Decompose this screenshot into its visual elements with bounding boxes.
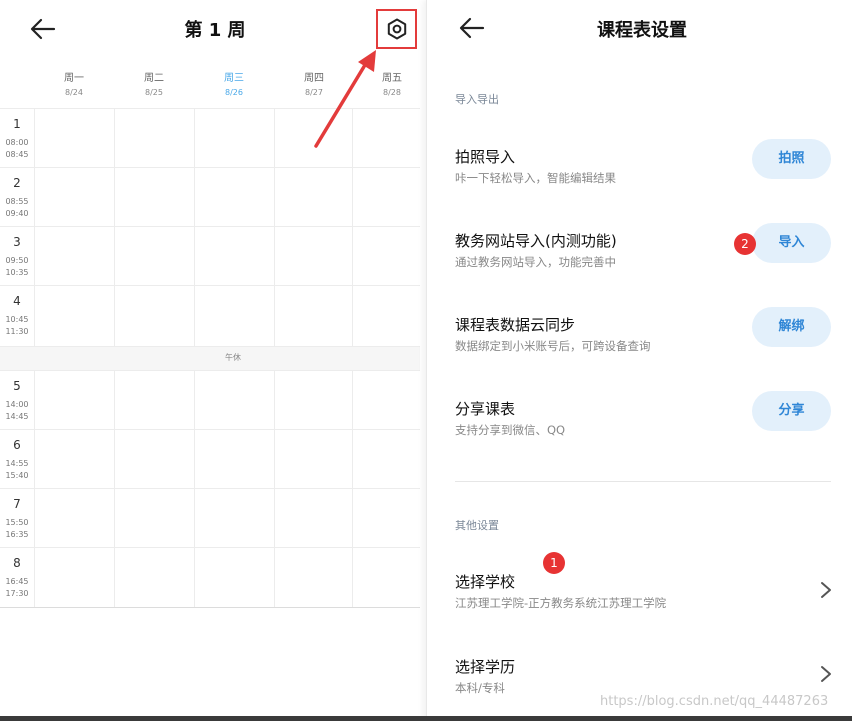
section-title-other: 其他设置 xyxy=(455,519,499,532)
period-number: 6 xyxy=(13,438,21,452)
setting-row-school[interactable]: 选择学校 江苏理工学院-正方教务系统江苏理工学院 xyxy=(427,571,852,641)
hexagon-settings-icon xyxy=(387,18,407,40)
setting-title: 分享课表 xyxy=(455,400,516,418)
timetable-panel: 第 1 周 周一 8/24 周二 8/25 周三 8/26 周四 8/27 周五 xyxy=(0,0,420,721)
day-date: 8/25 xyxy=(145,88,163,97)
period-time: 16:45 17:30 xyxy=(5,577,29,598)
day-date: 8/26 xyxy=(225,88,243,97)
lunch-break-row: 午休 xyxy=(0,346,420,370)
chevron-right-icon[interactable] xyxy=(819,664,833,684)
import-button[interactable]: 导入 xyxy=(752,223,831,263)
grid-line xyxy=(274,108,275,346)
grid-line xyxy=(274,370,275,607)
grid-line xyxy=(114,370,115,607)
photo-button[interactable]: 拍照 xyxy=(752,139,831,179)
share-button[interactable]: 分享 xyxy=(752,391,831,431)
annotation-arrow-icon xyxy=(314,50,376,148)
period-row[interactable]: 4 10:45 11:30 xyxy=(0,285,420,344)
setting-title: 拍照导入 xyxy=(455,148,516,166)
divider xyxy=(0,607,420,608)
chevron-right-icon[interactable] xyxy=(819,580,833,600)
day-date: 8/24 xyxy=(65,88,83,97)
divider xyxy=(455,481,831,482)
day-name: 周一 xyxy=(64,73,84,84)
setting-subtitle: 通过教务网站导入，功能完善中 xyxy=(455,255,616,269)
setting-row-photo-import[interactable]: 拍照导入 咔一下轻松导入，智能编辑结果 拍照 xyxy=(427,139,852,216)
grid-line xyxy=(194,108,195,346)
period-row[interactable]: 7 15:50 16:35 xyxy=(0,488,420,547)
grid-line xyxy=(114,108,115,346)
setting-row-cloud-sync[interactable]: 课程表数据云同步 数据绑定到小米账号后，可跨设备查询 解绑 xyxy=(427,307,852,384)
period-row[interactable]: 5 14:00 14:45 xyxy=(0,370,420,429)
period-time: 14:55 15:40 xyxy=(5,459,29,480)
grid-line xyxy=(194,370,195,607)
setting-title: 选择学校 xyxy=(455,573,516,591)
setting-subtitle: 支持分享到微信、QQ xyxy=(455,423,566,437)
page-title: 课程表设置 xyxy=(597,20,687,41)
period-row[interactable]: 2 08:55 09:40 xyxy=(0,167,420,226)
period-number: 8 xyxy=(13,556,21,570)
day-column-header-today[interactable]: 周三 8/26 xyxy=(194,72,274,100)
week-title: 第 1 周 xyxy=(184,20,246,41)
setting-subtitle: 咔一下轻松导入，智能编辑结果 xyxy=(455,171,616,185)
unbind-button[interactable]: 解绑 xyxy=(752,307,831,347)
period-row[interactable]: 6 14:55 15:40 xyxy=(0,429,420,488)
day-name: 周三 xyxy=(224,73,244,84)
setting-row-share[interactable]: 分享课表 支持分享到微信、QQ 分享 xyxy=(427,391,852,468)
period-number: 3 xyxy=(13,235,21,249)
setting-title: 教务网站导入(内测功能) xyxy=(455,232,617,250)
period-time: 10:45 11:30 xyxy=(5,315,29,336)
period-number: 5 xyxy=(13,379,21,393)
section-title-import: 导入导出 xyxy=(455,93,499,106)
grid-line xyxy=(352,370,353,607)
period-time: 09:50 10:35 xyxy=(5,256,29,277)
period-row[interactable]: 3 09:50 10:35 xyxy=(0,226,420,285)
setting-row-education[interactable]: 选择学历 本科/专科 xyxy=(427,656,852,721)
day-name: 周二 xyxy=(144,73,164,84)
taskbar-strip xyxy=(0,716,852,721)
day-column-header[interactable]: 周一 8/24 xyxy=(34,72,114,100)
day-column-header[interactable]: 周二 8/25 xyxy=(114,72,194,100)
settings-panel: 课程表设置 导入导出 拍照导入 咔一下轻松导入，智能编辑结果 拍照 教务网站导入… xyxy=(426,0,852,721)
period-time: 15:50 16:35 xyxy=(5,518,29,539)
grid-line xyxy=(34,108,35,346)
setting-subtitle: 本科/专科 xyxy=(455,681,505,695)
setting-title: 课程表数据云同步 xyxy=(455,316,576,334)
period-number: 7 xyxy=(13,497,21,511)
period-number: 4 xyxy=(13,294,21,308)
lunch-break-label: 午休 xyxy=(225,353,241,362)
setting-subtitle: 江苏理工学院-正方教务系统江苏理工学院 xyxy=(455,596,667,610)
setting-row-web-import[interactable]: 教务网站导入(内测功能) 通过教务网站导入，功能完善中 导入 2 xyxy=(427,223,852,300)
grid-line xyxy=(34,370,35,607)
period-time: 08:00 08:45 xyxy=(5,138,29,159)
period-time: 14:00 14:45 xyxy=(5,400,29,421)
setting-subtitle: 数据绑定到小米账号后，可跨设备查询 xyxy=(455,339,651,353)
settings-button[interactable] xyxy=(376,9,417,49)
annotation-badge-2: 2 xyxy=(734,233,756,255)
period-row[interactable]: 8 16:45 17:30 xyxy=(0,547,420,606)
watermark-text: https://blog.csdn.net/qq_44487263 xyxy=(600,694,829,709)
period-time: 08:55 09:40 xyxy=(5,197,29,218)
setting-title: 选择学历 xyxy=(455,658,516,676)
period-number: 2 xyxy=(13,176,21,190)
period-number: 1 xyxy=(13,117,21,131)
